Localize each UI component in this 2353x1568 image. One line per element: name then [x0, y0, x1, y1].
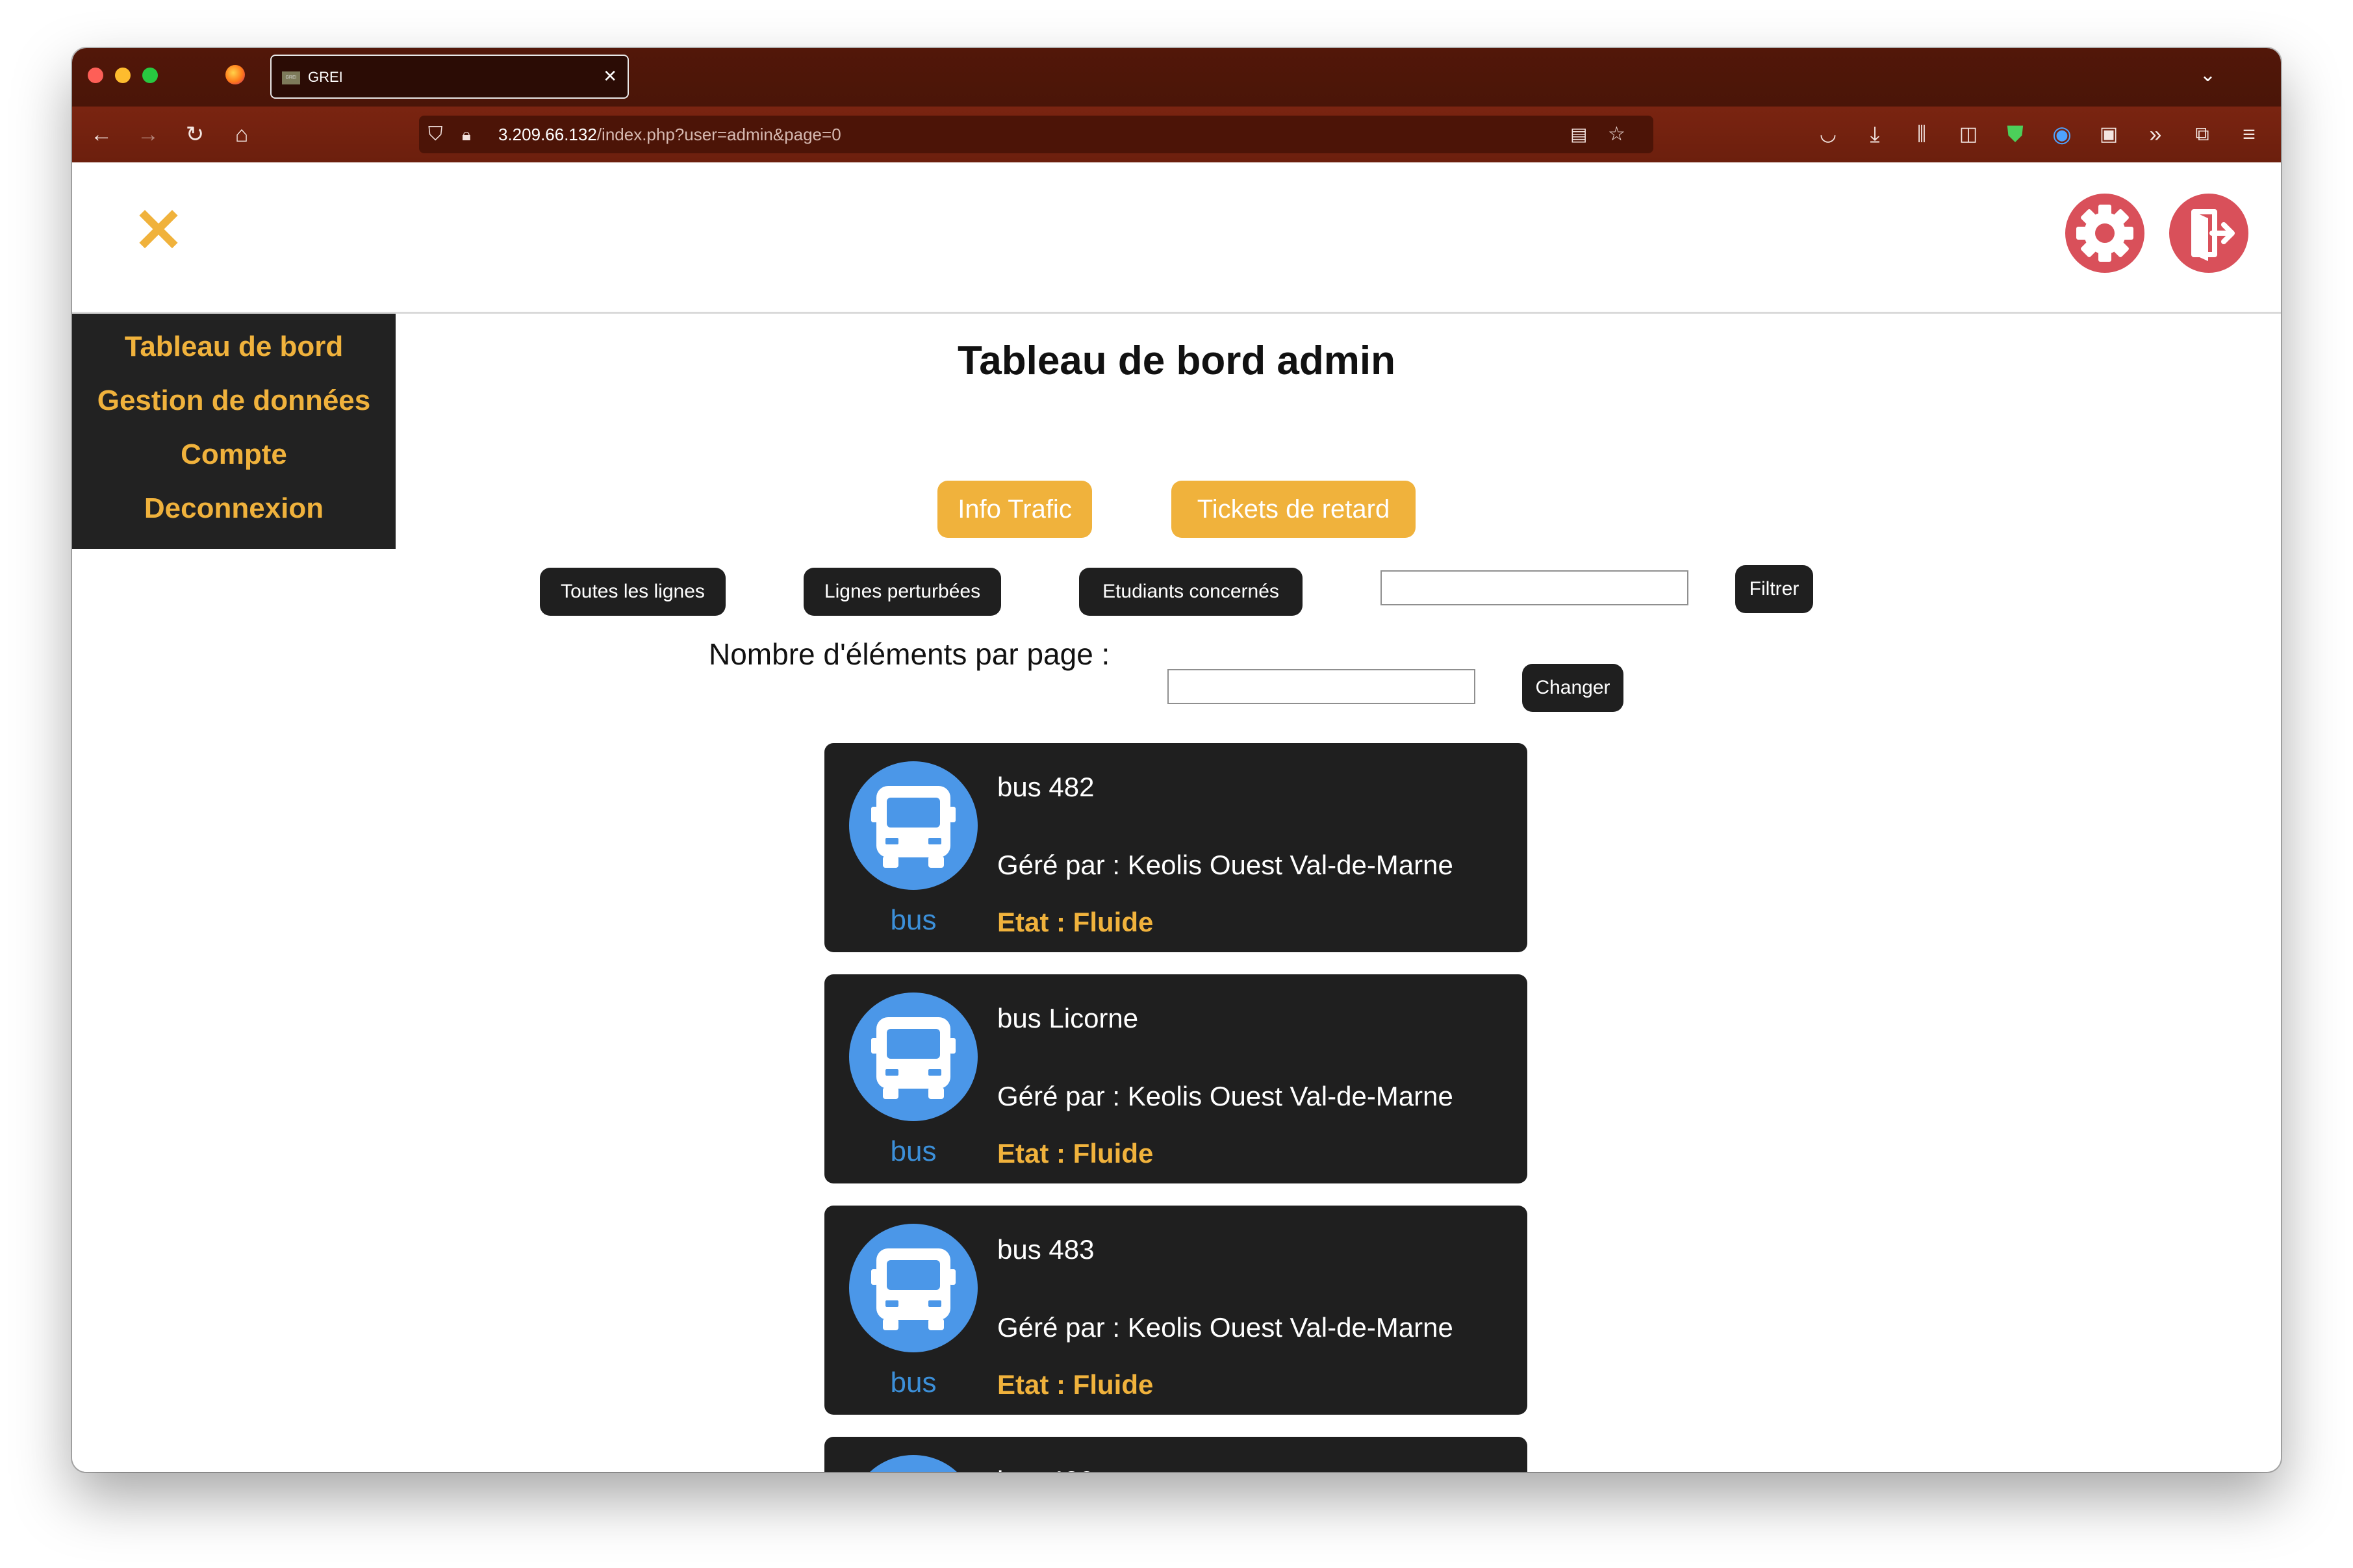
bus-icon-graphic: [871, 786, 956, 868]
url-host: 3.209.66.132: [498, 125, 597, 144]
bus-icon-graphic: [849, 1455, 978, 1472]
tab-favicon-icon: GREI: [282, 71, 300, 84]
tab-title: GREI: [308, 69, 343, 85]
line-name: bus 480: [997, 1465, 1094, 1472]
library-icon[interactable]: ⫼: [1905, 118, 1938, 151]
reload-icon[interactable]: ↻: [179, 118, 211, 151]
line-operator: Géré par : Keolis Ouest Val-de-Marne: [997, 1081, 1453, 1111]
filter-students-button[interactable]: Etudiants concernés: [1079, 568, 1303, 616]
line-name: bus 483: [997, 1234, 1095, 1265]
chevron-down-icon[interactable]: ⌄: [2200, 64, 2216, 86]
line-card[interactable]: bus 480: [824, 1437, 1527, 1472]
close-icon[interactable]: ✕: [129, 200, 188, 261]
sidebar-item-compte[interactable]: Compte: [72, 438, 396, 471]
bus-icon: [849, 993, 978, 1121]
line-card[interactable]: bus bus Licorne Géré par : Keolis Ouest …: [824, 974, 1527, 1183]
per-page-input[interactable]: [1167, 669, 1475, 704]
bus-icon-graphic: [871, 1248, 956, 1330]
tab-info-trafic[interactable]: Info Trafic: [937, 481, 1092, 538]
shield-icon[interactable]: ⛉: [428, 120, 443, 149]
home-icon[interactable]: ⌂: [225, 118, 258, 151]
bus-icon: [849, 761, 978, 890]
bookmark-star-icon[interactable]: ☆: [1608, 120, 1625, 149]
back-icon[interactable]: ←: [85, 118, 118, 151]
settings-button[interactable]: [2065, 194, 2144, 273]
line-operator: Géré par : Keolis Ouest Val-de-Marne: [997, 1312, 1453, 1343]
line-type: bus: [890, 1367, 937, 1398]
reader-view-icon[interactable]: ▤: [1570, 120, 1587, 149]
per-page-label: Nombre d'éléments par page :: [709, 637, 1110, 671]
bus-icon: [849, 1455, 978, 1472]
sidebar-icon[interactable]: ◫: [1952, 118, 1985, 151]
url-path: /index.php?user=admin&page=0: [596, 125, 841, 144]
lock-icon[interactable]: 🔒︎: [462, 120, 471, 149]
bus-icon: [849, 1224, 978, 1352]
tab-tickets-de-retard[interactable]: Tickets de retard: [1171, 481, 1416, 538]
close-window-button[interactable]: [88, 68, 103, 83]
filter-disrupted-lines-button[interactable]: Lignes perturbées: [804, 568, 1001, 616]
browser-tab-bar: GREI GREI ✕ ⌄: [72, 48, 2281, 107]
extensions-icon[interactable]: ⧉: [2186, 118, 2219, 151]
browser-toolbar: ← → ↻ ⌂ ⛉ 🔒︎ 3.209.66.132/index.php?user…: [72, 107, 2281, 162]
url-bar[interactable]: ⛉ 🔒︎ 3.209.66.132/index.php?user=admin&p…: [419, 116, 1653, 153]
hamburger-menu-icon[interactable]: ≡: [2233, 118, 2265, 151]
overflow-chevrons-icon[interactable]: »: [2139, 118, 2172, 151]
browser-window: GREI GREI ✕ ⌄ ← → ↻ ⌂ ⛉ 🔒︎ 3.209.66.132/…: [72, 48, 2281, 1472]
tab-close-icon[interactable]: ✕: [603, 66, 617, 86]
sidebar-item-deconnexion[interactable]: Deconnexion: [72, 492, 396, 525]
logout-button[interactable]: [2169, 194, 2248, 273]
sidebar-item-gestion-de-donnees[interactable]: Gestion de données: [72, 385, 396, 417]
download-icon[interactable]: ⤓: [1859, 118, 1891, 151]
notion-icon[interactable]: ▣: [2092, 118, 2125, 151]
url-text: 3.209.66.132/index.php?user=admin&page=0: [498, 125, 841, 145]
filter-input[interactable]: [1380, 570, 1688, 605]
line-name: bus Licorne: [997, 1003, 1139, 1033]
bus-icon-graphic: [871, 1017, 956, 1099]
filter-button[interactable]: Filtrer: [1735, 565, 1813, 613]
line-state: Etat : Fluide: [997, 1369, 1154, 1400]
pocket-icon[interactable]: ◡: [1812, 118, 1844, 151]
filter-all-lines-button[interactable]: Toutes les lignes: [540, 568, 726, 616]
firefox-icon[interactable]: [225, 65, 245, 84]
page-title: Tableau de bord admin: [957, 338, 1396, 383]
gear-icon: [2076, 205, 2133, 262]
line-card[interactable]: bus bus 483 Géré par : Keolis Ouest Val-…: [824, 1206, 1527, 1415]
password-manager-icon[interactable]: ◉: [2046, 118, 2078, 151]
change-button[interactable]: Changer: [1522, 664, 1623, 712]
line-card[interactable]: bus bus 482 Géré par : Keolis Ouest Val-…: [824, 743, 1527, 952]
line-state: Etat : Fluide: [997, 1138, 1154, 1169]
line-type: bus: [890, 904, 937, 936]
page-header: ✕: [72, 162, 2281, 314]
adblock-shield-icon[interactable]: ⛊: [1999, 118, 2031, 151]
logout-icon: [2191, 209, 2235, 261]
line-type: bus: [890, 1135, 937, 1167]
zoom-window-button[interactable]: [142, 68, 158, 83]
minimize-window-button[interactable]: [115, 68, 131, 83]
forward-icon[interactable]: →: [132, 118, 164, 151]
line-name: bus 482: [997, 772, 1095, 802]
line-operator: Géré par : Keolis Ouest Val-de-Marne: [997, 850, 1453, 880]
line-state: Etat : Fluide: [997, 907, 1154, 937]
page-content: ✕ Tableau de bord Gestion de données Com…: [72, 162, 2281, 1472]
browser-tab[interactable]: GREI GREI ✕: [270, 55, 629, 99]
